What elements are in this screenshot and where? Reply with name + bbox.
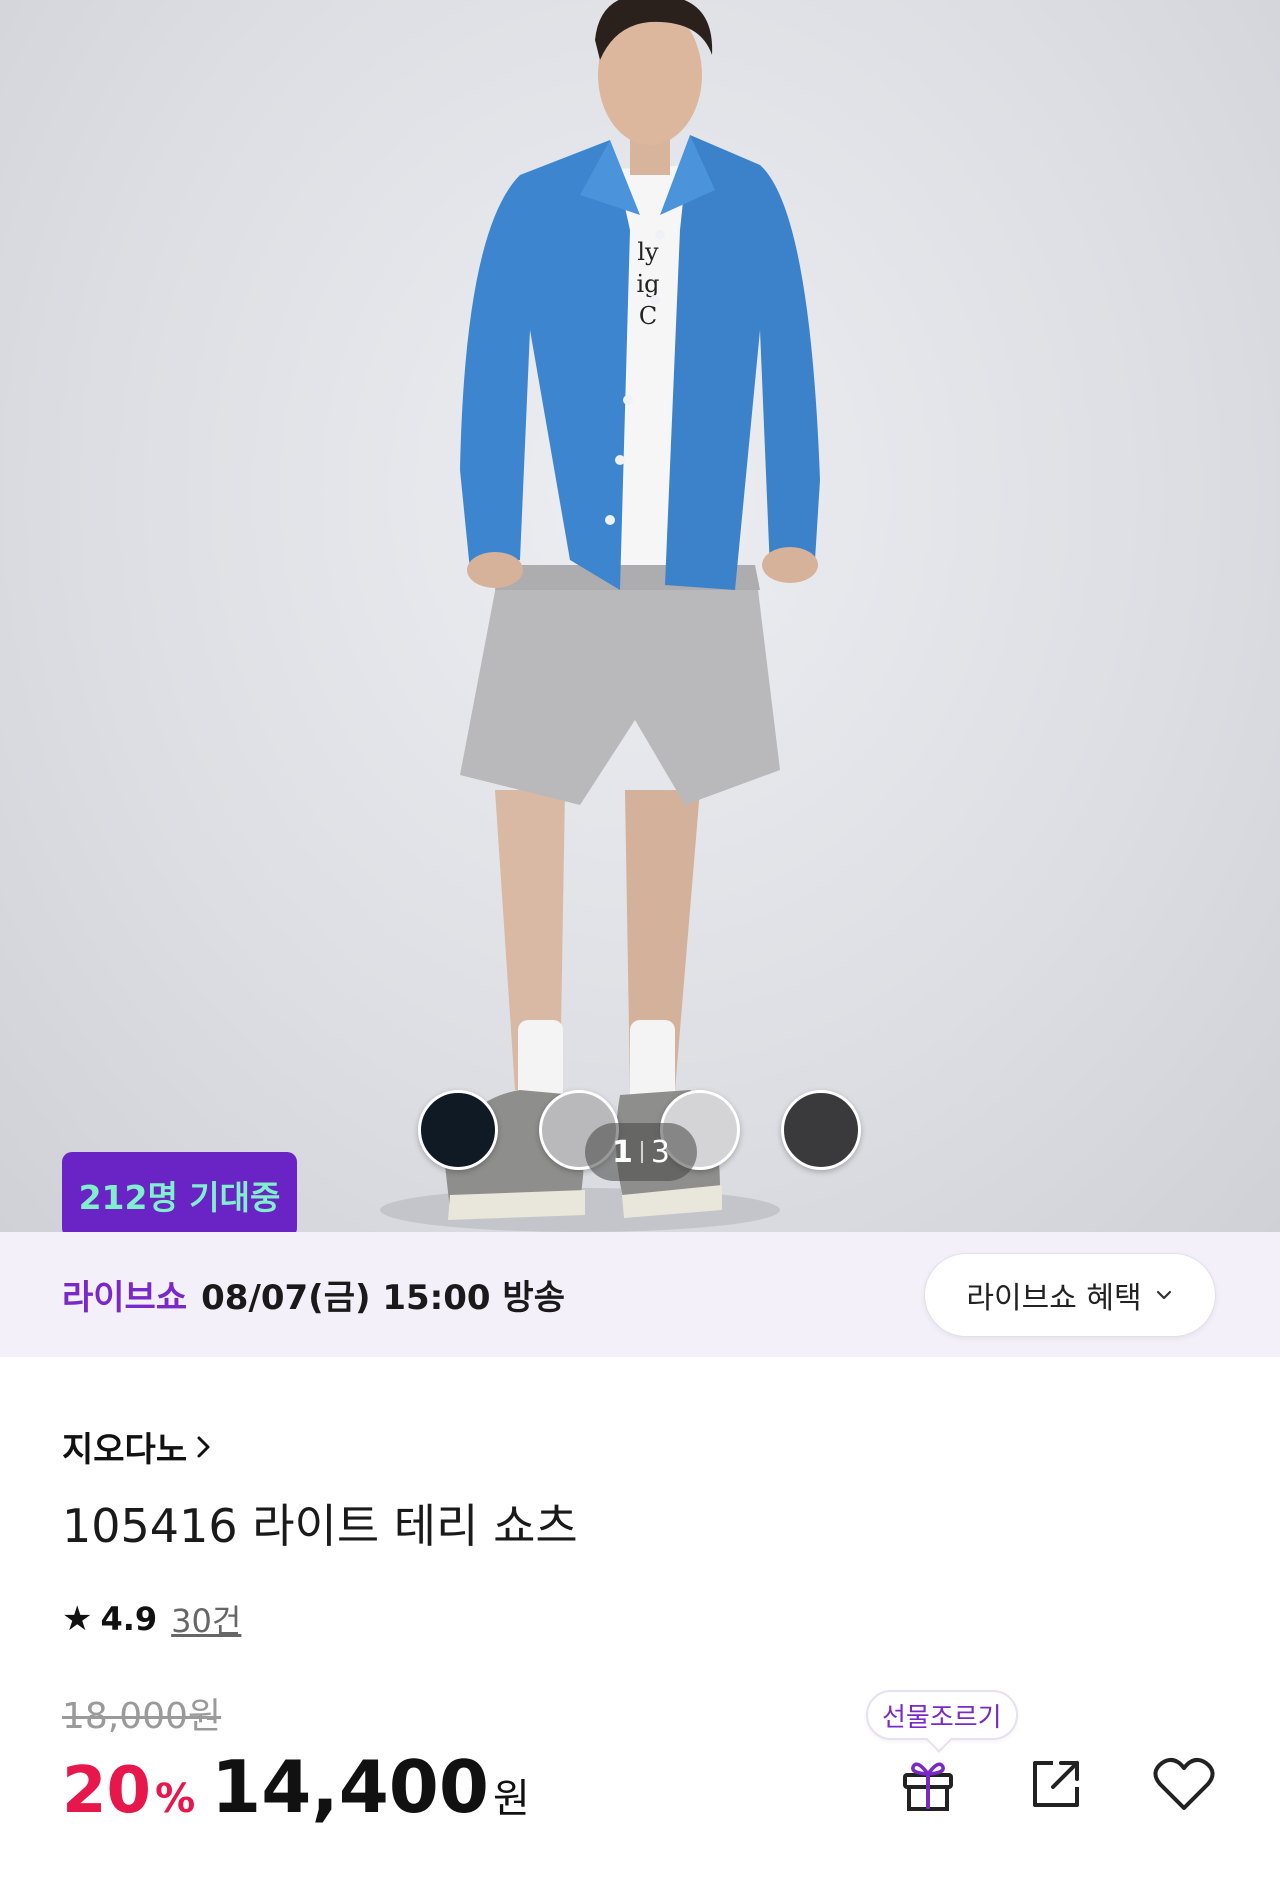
svg-text:C: C	[639, 302, 657, 330]
brand-link[interactable]: 지오다노	[62, 1422, 215, 1471]
pager-total: 3	[650, 1134, 670, 1170]
gift-icon	[903, 1762, 953, 1811]
live-show-schedule: 08/07(금) 15:00 방송	[201, 1278, 565, 1318]
pager-separator	[640, 1141, 643, 1163]
review-count-link[interactable]: 30건	[171, 1596, 241, 1642]
wishlist-button[interactable]	[1150, 1750, 1218, 1818]
share-button[interactable]	[1022, 1750, 1090, 1818]
product-title: 105416 라이트 테리 쇼츠	[62, 1499, 578, 1553]
svg-text:ly: ly	[637, 238, 659, 266]
expectation-badge: 212명 기대중	[62, 1152, 297, 1232]
image-pager: 1 3	[585, 1123, 697, 1181]
chevron-down-icon	[1156, 1290, 1171, 1300]
brand-name: 지오다노	[62, 1430, 188, 1470]
gift-button[interactable]	[894, 1750, 962, 1818]
live-benefit-label: 라이브쇼 혜택	[966, 1281, 1142, 1316]
action-buttons	[894, 1750, 1218, 1818]
sale-price: 14,400 원	[211, 1745, 530, 1829]
price-row: 20% 14,400 원	[62, 1745, 530, 1829]
pager-current: 1	[612, 1134, 633, 1170]
chevron-right-icon	[197, 1436, 210, 1457]
live-show-bar: 라이브쇼 08/07(금) 15:00 방송 라이브쇼 혜택	[0, 1232, 1280, 1357]
live-benefit-button[interactable]: 라이브쇼 혜택	[924, 1253, 1216, 1337]
live-show-label: 라이브쇼	[62, 1278, 188, 1318]
swatch-navy[interactable]	[418, 1090, 498, 1170]
model-photo: ly ig C	[380, 0, 820, 1232]
rating-score: 4.9	[100, 1600, 158, 1638]
share-icon	[1033, 1761, 1079, 1807]
original-price: 18,000원	[62, 1696, 222, 1737]
discount-rate: 20%	[62, 1754, 196, 1828]
svg-text:ig: ig	[636, 270, 659, 298]
heart-icon	[1153, 1757, 1215, 1810]
swatch-charcoal[interactable]	[781, 1090, 861, 1170]
rating: ★ 4.9 30건	[62, 1596, 241, 1642]
star-icon: ★	[62, 1599, 93, 1639]
product-image[interactable]: ly ig C 1 3 212명 기대중	[0, 0, 1280, 1232]
gift-request-tooltip: 선물조르기	[866, 1690, 1018, 1740]
